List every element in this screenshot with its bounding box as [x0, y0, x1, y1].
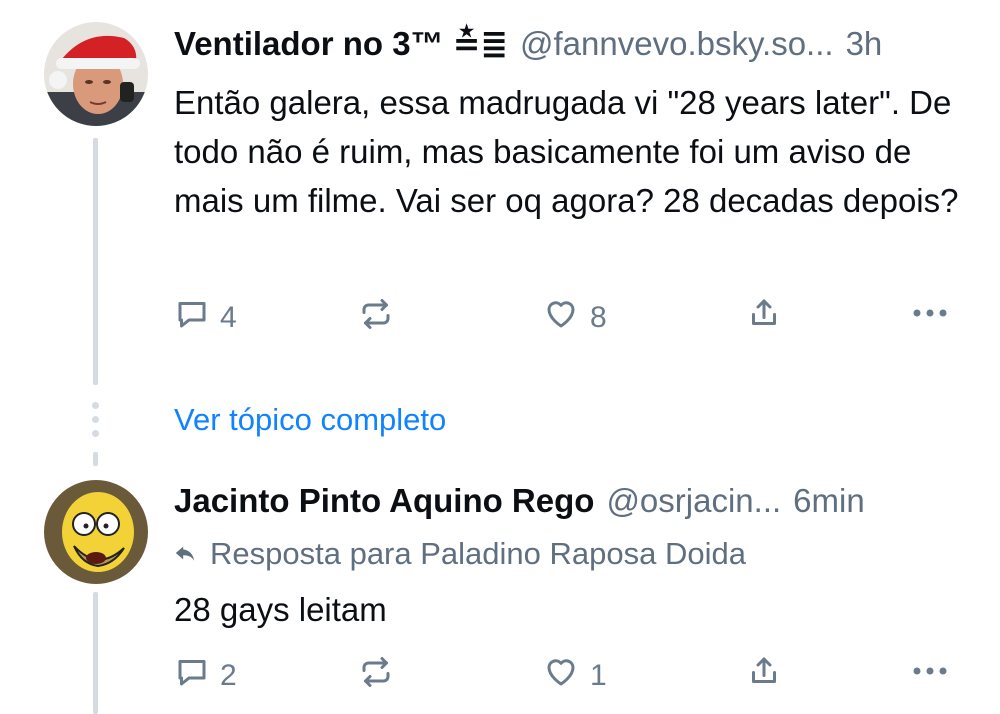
more-options-button[interactable] — [910, 656, 950, 694]
reply-to-indicator[interactable]: Resposta para Paladino Raposa Doida — [174, 536, 746, 572]
like-count: 8 — [590, 301, 607, 334]
reply-to-label: Resposta para Paladino Raposa Doida — [210, 536, 746, 571]
more-icon — [910, 298, 950, 336]
heart-icon — [542, 296, 580, 340]
more-icon — [910, 656, 950, 694]
share-button[interactable] — [746, 294, 782, 340]
post-header: Jacinto Pinto Aquino Rego @osrjacin... 6… — [174, 482, 865, 520]
view-full-thread-link[interactable]: Ver tópico completo — [174, 402, 446, 438]
like-count: 1 — [590, 659, 607, 692]
timestamp[interactable]: 6min — [793, 482, 865, 520]
thread-line — [93, 592, 98, 714]
display-name[interactable]: Jacinto Pinto Aquino Rego — [174, 482, 594, 520]
thread-line — [93, 138, 98, 385]
like-button[interactable]: 1 — [542, 654, 607, 698]
thread-line — [93, 452, 98, 466]
reply-icon — [174, 296, 210, 340]
reply-arrow-icon — [174, 536, 196, 572]
repost-icon — [358, 654, 394, 698]
post-text: 28 gays leitam — [174, 591, 387, 628]
thread-dot — [92, 402, 99, 409]
post-text: Então galera, essa madrugada vi "28 year… — [174, 84, 959, 219]
display-name[interactable]: Ventilador no 3™ ≛≣ — [174, 24, 508, 63]
reply-icon — [174, 654, 210, 698]
share-icon — [746, 652, 782, 698]
share-button[interactable] — [746, 652, 782, 698]
avatar[interactable] — [44, 480, 148, 584]
reply-count: 2 — [220, 659, 237, 692]
repost-icon — [358, 296, 394, 340]
repost-button[interactable] — [358, 296, 394, 340]
reply-count: 4 — [220, 301, 237, 334]
repost-button[interactable] — [358, 654, 394, 698]
handle[interactable]: @osrjacin... — [606, 482, 781, 520]
avatar[interactable] — [44, 22, 148, 126]
thread-dot — [92, 416, 99, 423]
share-icon — [746, 294, 782, 340]
heart-icon — [542, 654, 580, 698]
reply-button[interactable]: 2 — [174, 654, 237, 698]
reply-button[interactable]: 4 — [174, 296, 237, 340]
timestamp[interactable]: 3h — [846, 25, 883, 63]
post-header: Ventilador no 3™ ≛≣ @fannvevo.bsky.so...… — [174, 24, 882, 63]
more-options-button[interactable] — [910, 298, 950, 336]
handle[interactable]: @fannvevo.bsky.so... — [520, 25, 834, 63]
thread-dot — [92, 430, 99, 437]
like-button[interactable]: 8 — [542, 296, 607, 340]
